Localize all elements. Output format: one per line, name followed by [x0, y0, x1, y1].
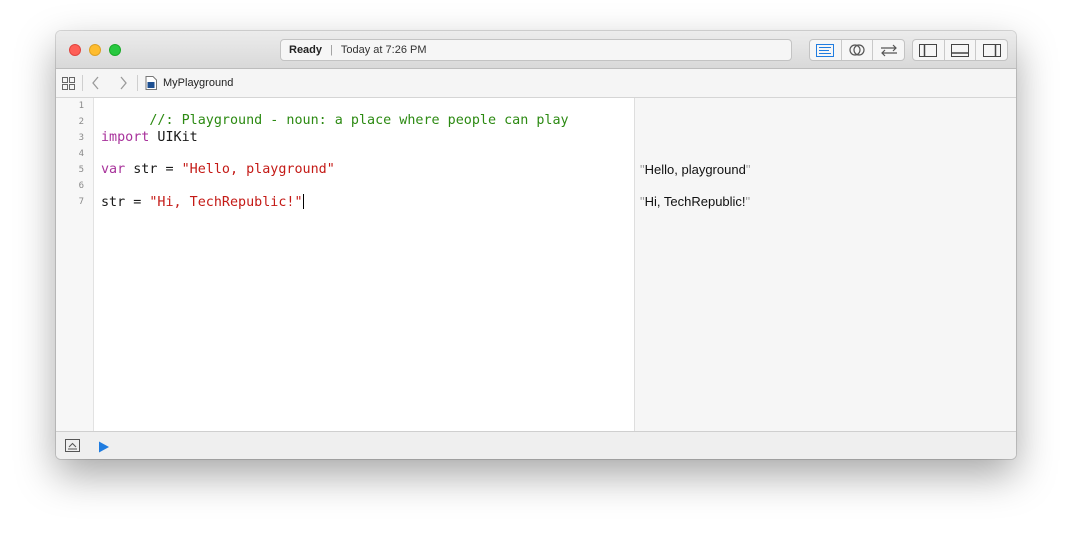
code-line-5: var str = "Hello, playground" — [101, 162, 335, 177]
related-items-button[interactable] — [62, 69, 75, 97]
results-sidebar: "Hello, playground" "Hi, TechRepublic!" — [634, 98, 1016, 431]
line-number: 3 — [78, 133, 84, 143]
chevron-left-icon — [92, 76, 99, 90]
assistant-editor-icon — [849, 44, 865, 56]
grid-icon — [62, 76, 75, 90]
result-value: Hi, TechRepublic! — [644, 194, 746, 209]
chevron-right-icon — [120, 76, 127, 90]
line-number: 1 — [78, 101, 84, 111]
assignment-text: str = — [101, 195, 150, 210]
playground-window: Ready | Today at 7:26 PM MyPlayground 1 … — [56, 31, 1016, 459]
keyword-import: import — [101, 130, 150, 145]
navigator-toggle-button[interactable] — [913, 40, 945, 60]
utilities-toggle-button[interactable] — [976, 40, 1007, 60]
line-number: 7 — [78, 197, 84, 207]
debug-area-toggle-button[interactable] — [945, 40, 977, 60]
zoom-window-button[interactable] — [109, 44, 121, 56]
line-number: 6 — [78, 181, 84, 191]
titlebar: Ready | Today at 7:26 PM — [56, 31, 1016, 69]
result-value: Hello, playground — [644, 162, 746, 177]
bottom-bar — [56, 431, 1016, 459]
result-line-5[interactable]: "Hello, playground" — [640, 162, 750, 177]
assistant-editor-button[interactable] — [842, 40, 874, 60]
jumpbar-divider — [82, 75, 83, 91]
playground-file-icon — [145, 76, 157, 90]
line-number: 4 — [78, 149, 84, 159]
string-literal: "Hello, playground" — [181, 162, 335, 177]
standard-editor-button[interactable] — [810, 40, 842, 60]
string-literal: "Hi, TechRepublic!" — [149, 195, 303, 210]
text-cursor — [302, 194, 304, 209]
show-debug-area-button[interactable] — [65, 439, 80, 457]
debug-area-toggle-icon — [951, 43, 969, 57]
breadcrumb-file[interactable]: MyPlayground — [145, 69, 233, 97]
comment-text: //: Playground - noun: a place where peo… — [149, 113, 569, 128]
editor-mode-segmented-control — [809, 39, 905, 61]
module-name: UIKit — [149, 130, 198, 145]
code-line-7: str = "Hi, TechRepublic!" — [101, 194, 304, 210]
line-number-gutter: 1 2 3 4 5 6 7 — [56, 98, 94, 431]
run-playground-button[interactable] — [98, 440, 110, 458]
minimize-window-button[interactable] — [89, 44, 101, 56]
assignment-text: str = — [125, 162, 182, 177]
close-window-button[interactable] — [69, 44, 81, 56]
play-icon — [99, 441, 109, 453]
result-line-7[interactable]: "Hi, TechRepublic!" — [640, 194, 750, 209]
line-number: 5 — [78, 165, 84, 175]
status-timestamp: Today at 7:26 PM — [340, 44, 427, 56]
jump-bar: MyPlayground — [56, 69, 1016, 98]
version-editor-button[interactable] — [873, 40, 904, 60]
status-state: Ready — [289, 44, 323, 56]
file-name: MyPlayground — [163, 77, 234, 89]
version-editor-icon — [880, 44, 897, 57]
status-separator: | — [330, 44, 333, 56]
code-editor[interactable]: //: Playground - noun: a place where peo… — [94, 98, 634, 431]
line-number: 2 — [78, 117, 84, 127]
panel-toggle-segmented-control — [912, 39, 1008, 61]
code-line-3: import UIKit — [101, 130, 198, 145]
keyword-var: var — [101, 162, 126, 177]
activity-status-bar: Ready | Today at 7:26 PM — [280, 39, 792, 61]
forward-button[interactable] — [118, 69, 128, 97]
standard-editor-icon — [816, 43, 835, 57]
navigator-toggle-icon — [919, 43, 938, 57]
result-quote-close: " — [745, 162, 751, 177]
utilities-toggle-icon — [982, 43, 1001, 57]
jumpbar-divider — [137, 75, 138, 91]
result-quote-close: " — [745, 194, 751, 209]
debug-area-icon — [65, 439, 80, 452]
back-button[interactable] — [91, 69, 101, 97]
